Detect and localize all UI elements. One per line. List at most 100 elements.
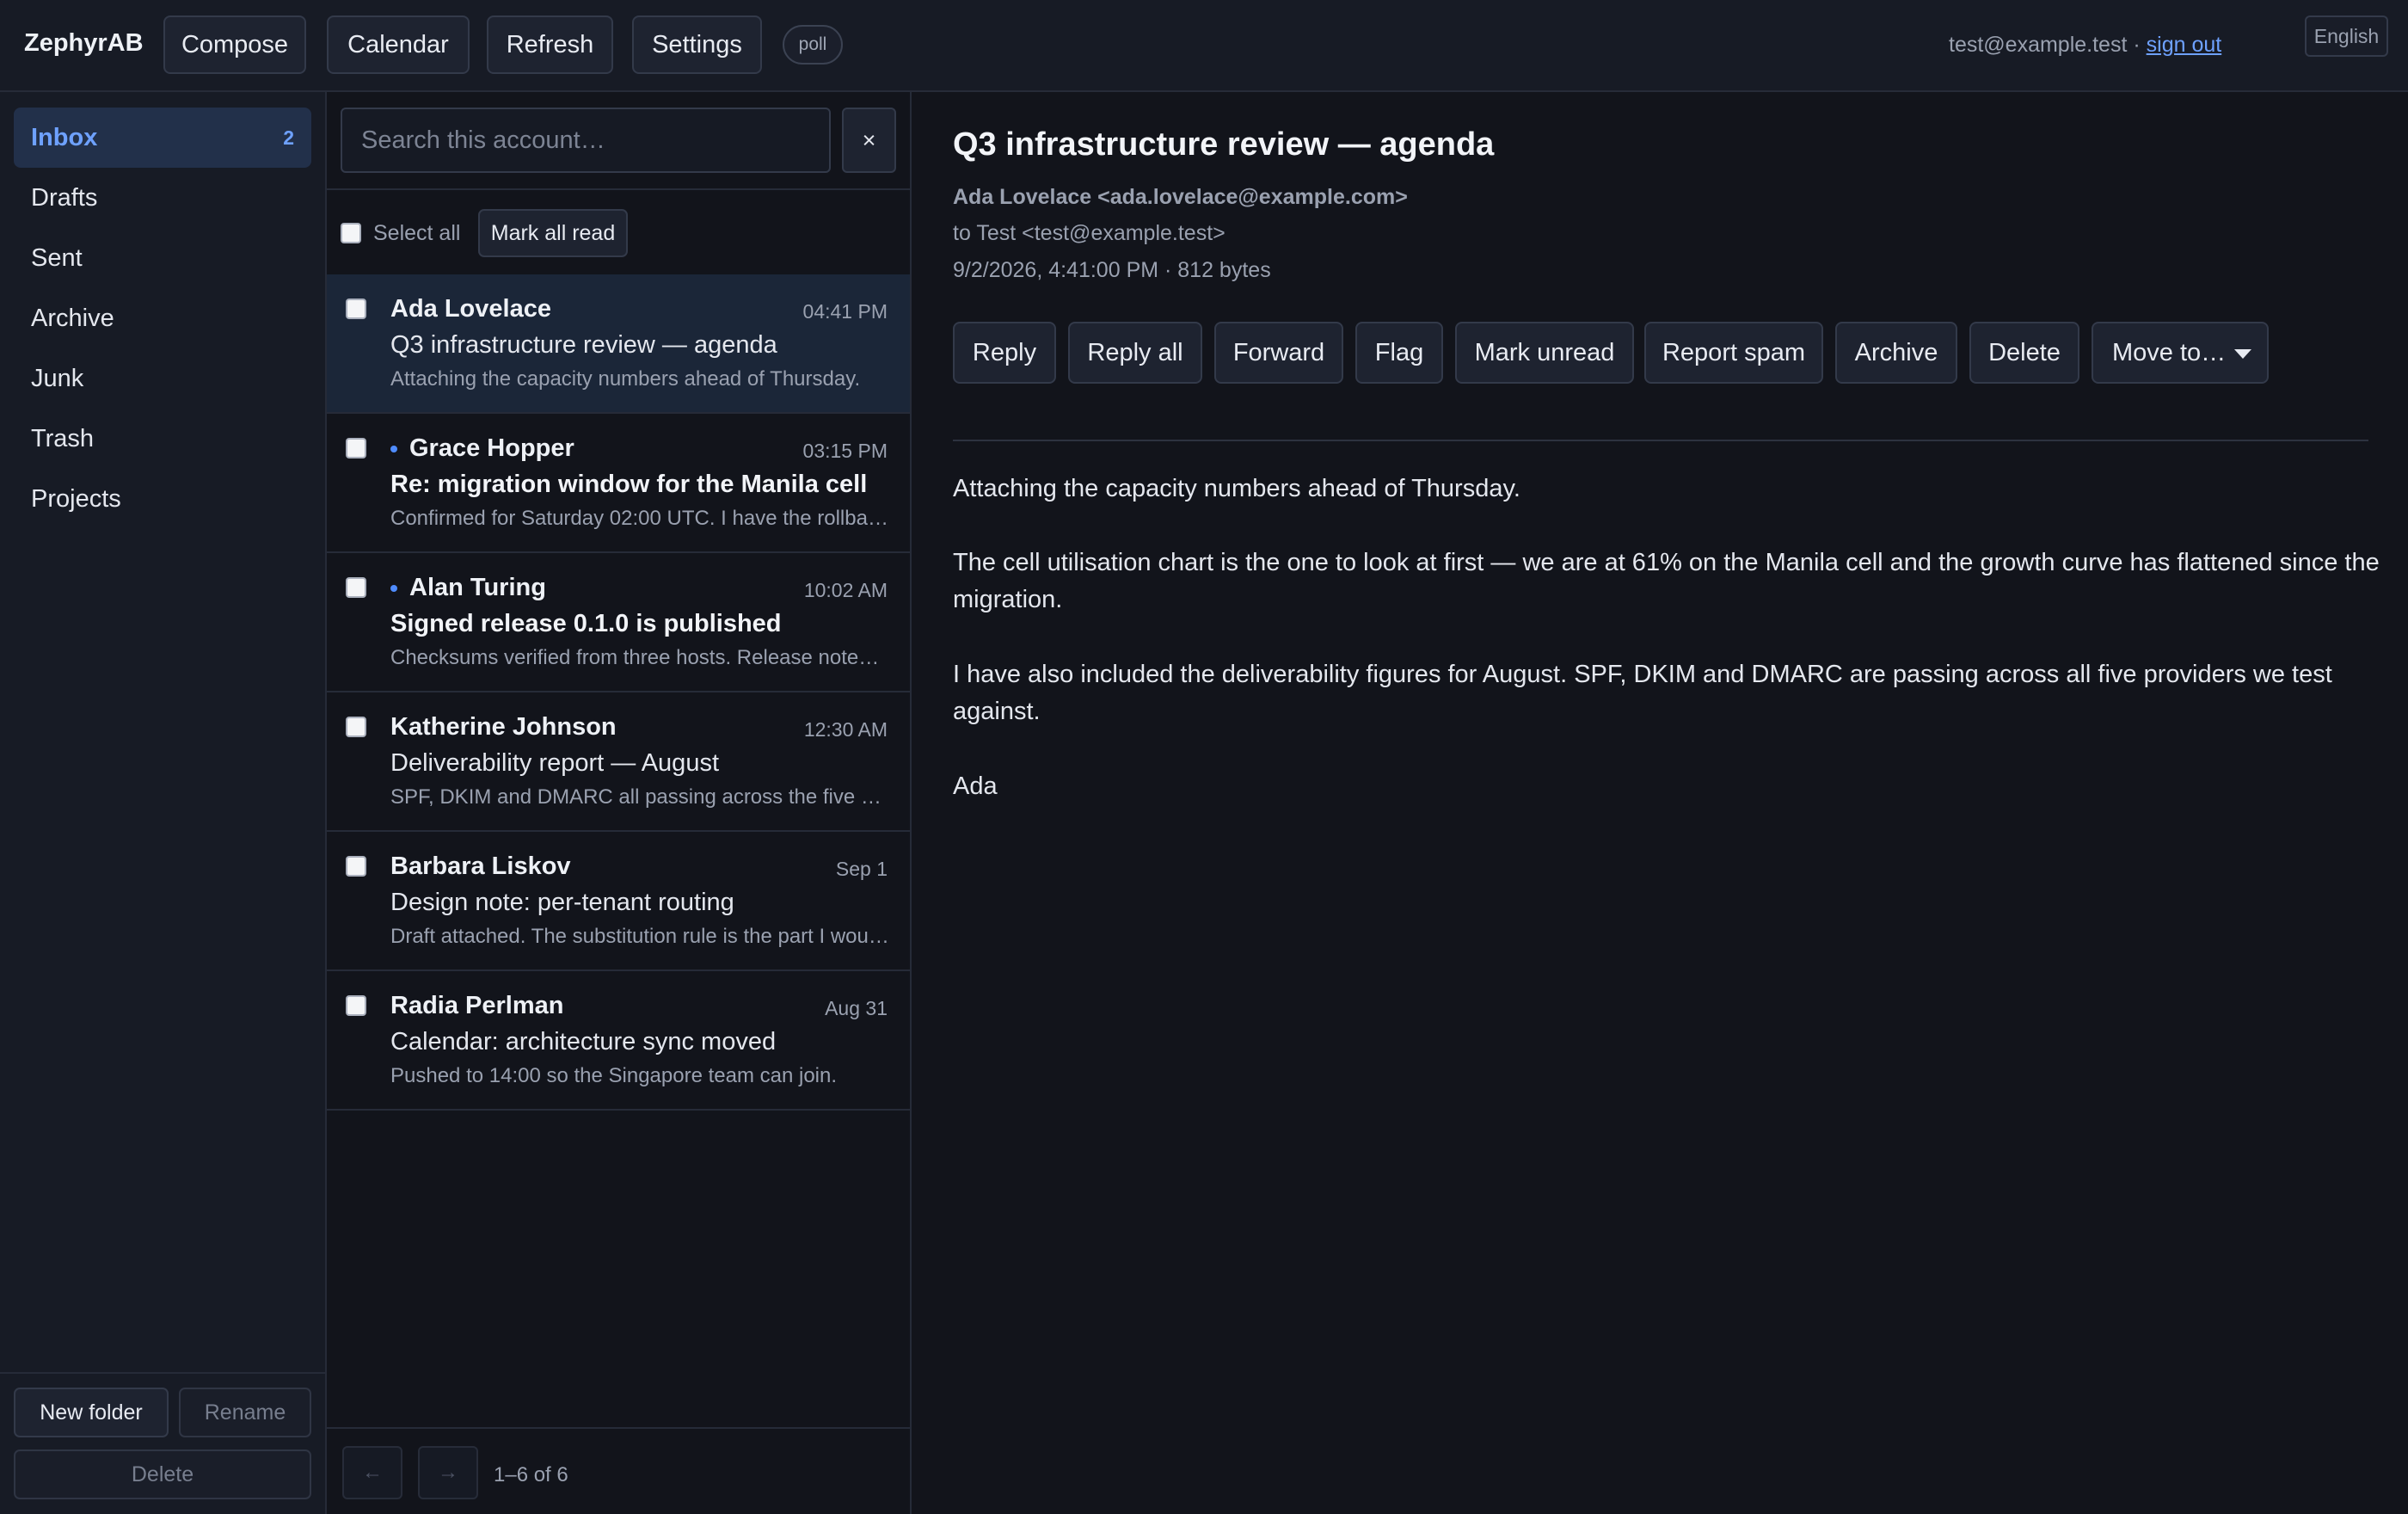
reply-all-button[interactable]: Reply all (1068, 322, 1202, 384)
poll-badge[interactable]: poll (783, 25, 843, 65)
message-checkbox[interactable] (346, 856, 366, 877)
folder-label: Inbox (31, 123, 98, 151)
bulk-action-bar: Select all Mark all read (327, 188, 910, 281)
account-separator: · (2127, 33, 2147, 57)
refresh-button[interactable]: Refresh (487, 15, 613, 74)
folder-projects[interactable]: Projects (14, 469, 311, 529)
archive-button[interactable]: Archive (1835, 322, 1957, 384)
clear-search-button[interactable]: × (842, 108, 896, 173)
settings-button[interactable]: Settings (632, 15, 762, 74)
message-sender: Barbara Liskov (390, 852, 571, 880)
delete-folder-button[interactable]: Delete (14, 1449, 311, 1499)
folder-archive[interactable]: Archive (14, 288, 311, 348)
folder-label: Junk (31, 364, 84, 392)
message-preview: Draft attached. The substitution rule is… (390, 925, 889, 948)
unread-dot-icon (390, 446, 397, 453)
sign-out-link[interactable]: sign out (2147, 33, 2222, 57)
folder-drafts[interactable]: Drafts (14, 168, 311, 228)
mark-unread-button[interactable]: Mark unread (1455, 322, 1634, 384)
message-subject: Re: migration window for the Manila cell (390, 471, 868, 498)
delete-button[interactable]: Delete (1969, 322, 2079, 384)
message-sender: Katherine Johnson (390, 713, 617, 741)
message-checkbox[interactable] (346, 717, 366, 737)
folder-sent[interactable]: Sent (14, 228, 311, 288)
folder-label: Drafts (31, 183, 98, 212)
move-to-label: Move to… (2112, 338, 2227, 366)
message-preview: SPF, DKIM and DMARC all passing across t… (390, 785, 889, 809)
message-from: Ada Lovelace <ada.lovelace@example.com> (953, 185, 1408, 209)
folder-sidebar: Inbox 2 Drafts Sent Archive Junk Trash P… (0, 92, 327, 1514)
message-row[interactable]: Grace Hopper 03:15 PM Re: migration wind… (327, 414, 910, 553)
page-range-label: 1–6 of 6 (494, 1463, 568, 1486)
message-preview: Attaching the capacity numbers ahead of … (390, 367, 861, 391)
message-sender: Alan Turing (409, 574, 546, 601)
rename-folder-button[interactable]: Rename (179, 1388, 311, 1437)
top-bar: ZephyrAB Compose Calendar Refresh Settin… (0, 0, 2408, 92)
message-checkbox[interactable] (346, 298, 366, 319)
next-page-button[interactable]: → (418, 1446, 478, 1499)
message-row[interactable]: Alan Turing 10:02 AM Signed release 0.1.… (327, 553, 910, 692)
message-subject: Design note: per-tenant routing (390, 889, 734, 916)
select-all-label: Select all (373, 221, 461, 245)
message-checkbox[interactable] (346, 995, 366, 1016)
message-preview: Checksums verified from three hosts. Rel… (390, 646, 889, 669)
reply-button[interactable]: Reply (953, 322, 1056, 384)
calendar-button[interactable]: Calendar (327, 15, 470, 74)
message-checkbox[interactable] (346, 577, 366, 598)
message-row[interactable]: Radia Perlman Aug 31 Calendar: architect… (327, 971, 910, 1111)
message-row[interactable]: Barbara Liskov Sep 1 Design note: per-te… (327, 832, 910, 971)
unread-dot-icon (390, 585, 397, 593)
message-row[interactable]: Ada Lovelace 04:41 PM Q3 infrastructure … (327, 274, 910, 414)
folder-label: Sent (31, 243, 83, 272)
message-sender-wrap: Alan Turing (390, 574, 546, 602)
prev-page-button[interactable]: ← (342, 1446, 402, 1499)
folder-label: Projects (31, 484, 121, 513)
mark-all-read-button[interactable]: Mark all read (478, 209, 628, 257)
forward-button[interactable]: Forward (1214, 322, 1343, 384)
folder-label: Trash (31, 424, 95, 452)
compose-button[interactable]: Compose (163, 15, 306, 74)
account-email: test@example.test (1949, 33, 2128, 57)
message-body-paragraph: The cell utilisation chart is the one to… (953, 549, 2380, 613)
folder-junk[interactable]: Junk (14, 348, 311, 409)
new-folder-button[interactable]: New folder (14, 1388, 169, 1437)
move-to-select[interactable]: Move to… (2092, 322, 2269, 384)
message-body-paragraph: I have also included the deliverability … (953, 661, 2332, 725)
language-select[interactable]: English (2305, 15, 2388, 57)
unread-count-badge: 2 (283, 126, 294, 149)
account-info: test@example.test · sign out (1949, 33, 2221, 58)
message-meta: 9/2/2026, 4:41:00 PM · 812 bytes (953, 258, 1271, 282)
message-time: Aug 31 (825, 997, 888, 1019)
message-subject: Deliverability report — August (390, 749, 719, 777)
message-subject: Signed release 0.1.0 is published (390, 610, 782, 637)
message-to: to Test <test@example.test> (953, 221, 1226, 245)
header-divider (953, 440, 2368, 441)
message-preview: Pushed to 14:00 so the Singapore team ca… (390, 1064, 838, 1087)
message-time: 04:41 PM (802, 300, 888, 323)
message-body-paragraph: Attaching the capacity numbers ahead of … (953, 475, 1520, 502)
folder-trash[interactable]: Trash (14, 409, 311, 469)
message-time: 10:02 AM (803, 579, 888, 601)
message-preview: Confirmed for Saturday 02:00 UTC. I have… (390, 507, 889, 530)
message-list-pane: × Select all Mark all read Ada Lovelace … (327, 92, 912, 1514)
message-subject: Calendar: architecture sync moved (390, 1028, 777, 1055)
chevron-down-icon (2234, 349, 2251, 359)
message-signature: Ada (953, 772, 998, 800)
reading-pane: Q3 infrastructure review — agenda Ada Lo… (912, 92, 2408, 1514)
folder-label: Archive (31, 304, 114, 332)
select-all-checkbox[interactable] (341, 223, 361, 243)
flag-button[interactable]: Flag (1355, 322, 1443, 384)
search-input[interactable] (341, 108, 831, 173)
message-sender-wrap: Grace Hopper (390, 434, 574, 463)
pagination: ← → 1–6 of 6 (327, 1427, 910, 1514)
folder-actions: New folder Rename Delete (0, 1372, 325, 1514)
folder-inbox[interactable]: Inbox 2 (14, 108, 311, 168)
message-time: 12:30 AM (803, 718, 888, 741)
message-sender: Grace Hopper (409, 434, 574, 462)
message-checkbox[interactable] (346, 438, 366, 459)
report-spam-button[interactable]: Report spam (1644, 322, 1823, 384)
message-sender: Ada Lovelace (390, 295, 551, 323)
message-time: 03:15 PM (802, 440, 888, 462)
message-row[interactable]: Katherine Johnson 12:30 AM Deliverabilit… (327, 692, 910, 832)
mail-app: ZephyrAB Compose Calendar Refresh Settin… (0, 0, 2408, 1514)
